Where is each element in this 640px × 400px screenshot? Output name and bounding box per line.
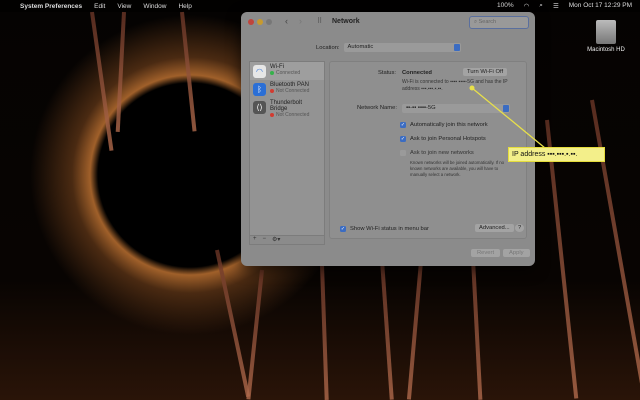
callout-line (469, 85, 546, 149)
ip-address-callout: IP address ▪▪▪.▪▪▪.▪.▪▪. (508, 147, 605, 162)
